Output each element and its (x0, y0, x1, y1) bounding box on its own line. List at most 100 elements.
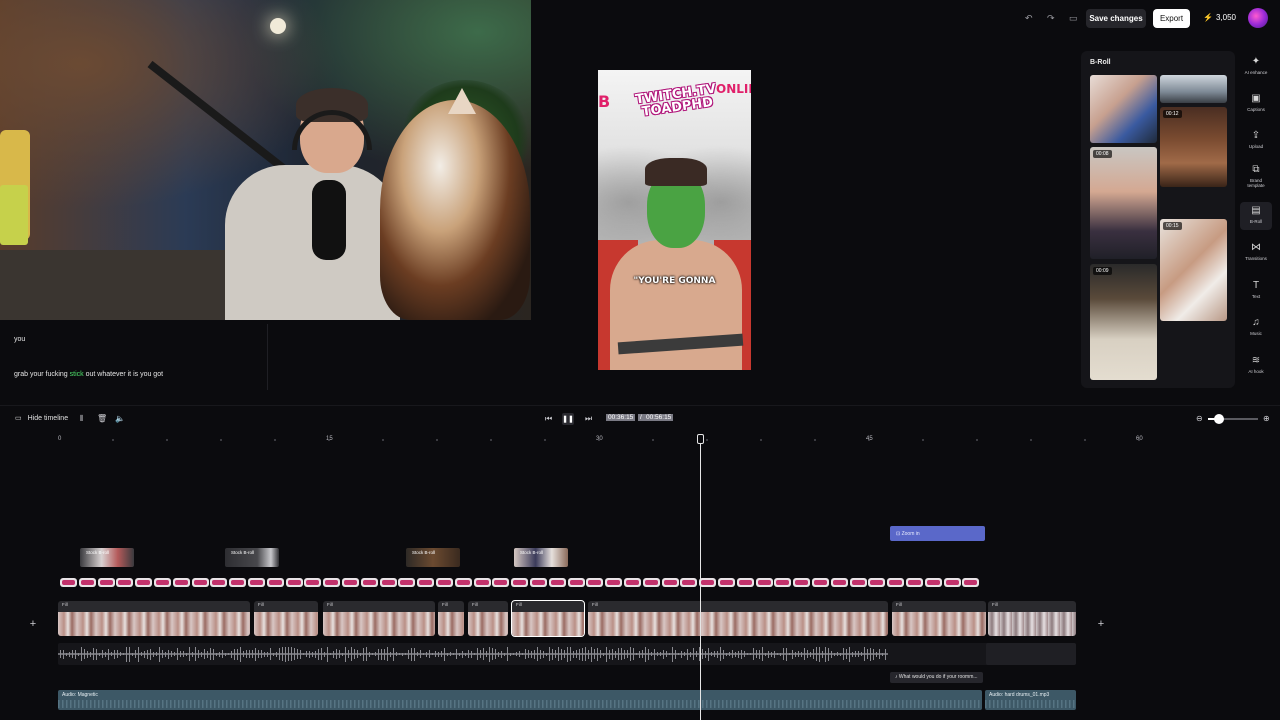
video-segment[interactable]: Fill (892, 601, 986, 636)
volume-icon[interactable]: 🔈 (115, 414, 125, 423)
sticker-clip[interactable] (567, 578, 585, 587)
sticker-clip[interactable] (398, 578, 416, 587)
trash-icon[interactable]: 🗑 (97, 414, 107, 423)
video-segment[interactable]: Fill (438, 601, 464, 636)
redo-icon[interactable]: ↷ (1047, 13, 1055, 24)
sticker-clip[interactable] (229, 578, 247, 587)
aspect-ratio-icon[interactable]: ▭ (1069, 13, 1078, 24)
sticker-clip[interactable] (492, 578, 510, 587)
sticker-clip[interactable] (266, 578, 284, 587)
sidebar-item-music[interactable]: ♫ Music (1240, 317, 1272, 336)
sticker-clip[interactable] (736, 578, 754, 587)
sticker-clip[interactable] (323, 578, 341, 587)
sticker-clip[interactable] (943, 578, 961, 587)
sticker-clip[interactable] (642, 578, 660, 587)
video-segment[interactable]: Fill (588, 601, 888, 636)
sticker-clip[interactable] (718, 578, 735, 587)
sticker-clip[interactable] (661, 578, 679, 587)
sidebar-item-ai-hook[interactable]: ≋ AI hook (1240, 355, 1272, 374)
broll-thumbnail[interactable]: 00:15 (1160, 219, 1227, 321)
sidebar-item-brand-template[interactable]: ⧉ Brand template (1240, 164, 1272, 188)
sticker-clip[interactable] (454, 578, 472, 587)
stock-broll-clip[interactable]: Stock B-roll (80, 548, 134, 567)
sticker-clip[interactable] (78, 578, 96, 587)
sticker-clip[interactable] (624, 578, 641, 587)
video-segment-selected[interactable]: Fill (511, 600, 585, 637)
video-preview[interactable]: B ONLIN TWITCH.TV TOADPHD "YOU'RE GONNA (598, 70, 751, 370)
pause-button[interactable]: ❚❚ (562, 413, 574, 425)
video-segment[interactable]: Fill (323, 601, 435, 636)
sidebar-item-transitions[interactable]: ⋈ Transitions (1240, 242, 1272, 261)
sticker-clip[interactable] (436, 578, 453, 587)
sticker-clip[interactable] (285, 578, 303, 587)
stock-broll-clip[interactable]: Stock B-roll (514, 548, 568, 567)
stock-broll-clip[interactable]: Stock B-roll (406, 548, 460, 567)
transcript-line[interactable]: you (14, 336, 25, 343)
export-button[interactable]: Export (1153, 9, 1190, 28)
sticker-clip[interactable] (304, 578, 322, 587)
sticker-clip[interactable] (906, 578, 923, 587)
audio-track-magnetic[interactable]: Audio: Magnetic (58, 690, 982, 710)
sticker-clip[interactable] (680, 578, 698, 587)
zoom-in-icon[interactable]: ⊕ (1263, 414, 1270, 423)
sticker-clip[interactable] (417, 578, 435, 587)
sticker-clip[interactable] (379, 578, 397, 587)
avatar[interactable] (1248, 8, 1268, 28)
broll-thumbnail[interactable]: 00:08 (1090, 147, 1157, 259)
video-segment[interactable]: Fill (468, 601, 508, 636)
zoom-out-icon[interactable]: ⊖ (1196, 414, 1203, 423)
sticker-clip[interactable] (210, 578, 228, 587)
sticker-clip[interactable] (774, 578, 792, 587)
sticker-clip[interactable] (586, 578, 604, 587)
save-changes-button[interactable]: Save changes (1086, 9, 1146, 28)
music-clip-label[interactable]: ♪ What would you do if your roomm... (890, 672, 983, 683)
playhead-handle[interactable] (697, 434, 704, 444)
sticker-clip[interactable] (699, 578, 717, 587)
audio-track-hard-drums[interactable]: Audio: hard drums_01.mp3 (985, 690, 1076, 710)
add-clip-right-button[interactable]: + (1095, 618, 1107, 630)
sidebar-item-upload[interactable]: ⇪ Upload (1240, 130, 1272, 149)
caption-overlay[interactable]: "YOU'RE GONNA (598, 276, 751, 286)
sticker-clip[interactable] (548, 578, 566, 587)
playhead[interactable] (700, 434, 701, 720)
sticker-clip[interactable] (60, 578, 77, 587)
sticker-clip[interactable] (342, 578, 359, 587)
zoom-in-clip[interactable]: ⊡ Zoom in (890, 526, 985, 541)
sticker-clip[interactable] (887, 578, 905, 587)
video-segment[interactable]: Fill (988, 601, 1076, 636)
sidebar-item-text[interactable]: T Text (1240, 280, 1272, 299)
sticker-clip[interactable] (962, 578, 980, 587)
sticker-clip[interactable] (154, 578, 171, 587)
video-segment[interactable]: Fill (254, 601, 318, 636)
transcript-line[interactable]: grab your fucking stick out whatever it … (14, 371, 163, 378)
stock-broll-clip[interactable]: Stock B-roll (225, 548, 279, 567)
sticker-clip[interactable] (473, 578, 491, 587)
skip-forward-icon[interactable]: ⏭ (585, 414, 592, 424)
sticker-clip[interactable] (924, 578, 942, 587)
sidebar-item-ai-enhance[interactable]: ✦ AI enhance (1240, 56, 1272, 75)
broll-thumbnail[interactable] (1160, 75, 1227, 103)
sticker-clip[interactable] (97, 578, 115, 587)
sticker-clip[interactable] (191, 578, 209, 587)
sticker-clip[interactable] (511, 578, 529, 587)
zoom-slider-handle[interactable] (1214, 414, 1224, 424)
broll-thumbnail[interactable] (1090, 75, 1157, 143)
sticker-clip[interactable] (755, 578, 773, 587)
sticker-clip[interactable] (793, 578, 811, 587)
skip-back-icon[interactable]: ⏮ (545, 414, 552, 424)
sticker-clip[interactable] (135, 578, 153, 587)
split-icon[interactable]: ⫴ (80, 414, 83, 424)
voice-waveform-track[interactable] (58, 643, 1076, 665)
undo-icon[interactable]: ↶ (1025, 13, 1033, 24)
sticker-clip[interactable] (605, 578, 623, 587)
add-clip-left-button[interactable]: + (27, 618, 39, 630)
sidebar-item-captions[interactable]: ▣ Captions (1240, 93, 1272, 112)
sticker-clip[interactable] (868, 578, 886, 587)
hide-timeline-button[interactable]: ▭ Hide timeline (15, 414, 68, 423)
sticker-clip[interactable] (849, 578, 867, 587)
sticker-track[interactable] (60, 578, 986, 590)
video-segment[interactable]: Fill (58, 601, 250, 636)
sticker-clip[interactable] (812, 578, 829, 587)
sticker-clip[interactable] (116, 578, 134, 587)
sticker-clip[interactable] (172, 578, 190, 587)
